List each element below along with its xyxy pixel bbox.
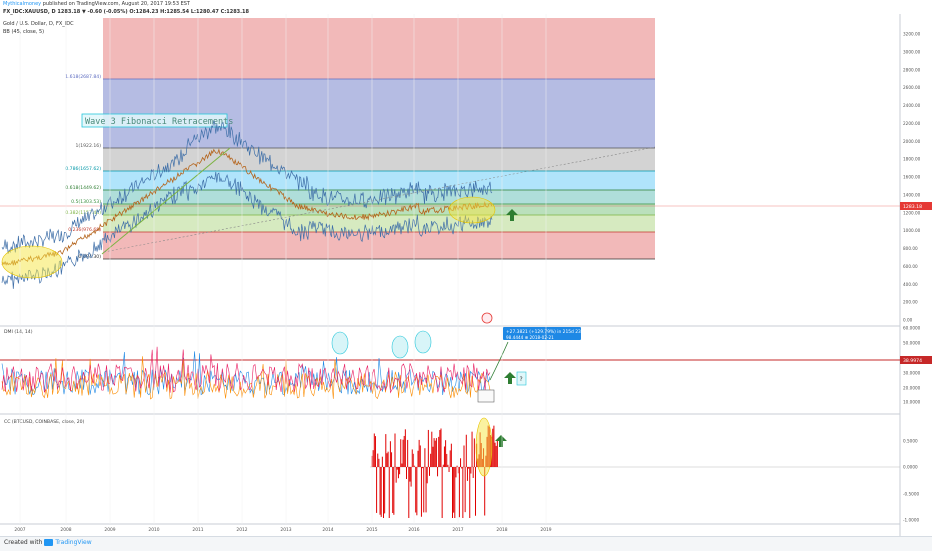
price-tick-label: 2600.00 bbox=[903, 85, 921, 90]
time-tick-label: 2011 bbox=[192, 527, 203, 533]
fib-level-label: 0.236(976.68) bbox=[68, 227, 101, 233]
time-tick-label: 2008 bbox=[60, 527, 71, 533]
fib-zone bbox=[103, 232, 655, 259]
cc-tick-label: 0.5000 bbox=[903, 439, 918, 444]
chart-canvas[interactable]: 1.618(2687.84) 1(1922.16) 0.786(1657.62) 0.… bbox=[0, 0, 932, 536]
up-arrow-icon bbox=[504, 372, 516, 384]
highlight-ellipse bbox=[391, 335, 409, 359]
created-with-label: Created with bbox=[4, 539, 43, 546]
price-tick-label: 1000.00 bbox=[903, 228, 921, 233]
price-tick-label: 1400.00 bbox=[903, 192, 921, 197]
dmi-tick-label: 60.0000 bbox=[903, 326, 921, 331]
time-tick-label: 2013 bbox=[280, 527, 291, 533]
adx-line bbox=[1, 346, 491, 394]
price-tick-label: 1800.00 bbox=[903, 157, 921, 162]
fib-zone bbox=[103, 171, 655, 190]
tradingview-logo-icon bbox=[44, 539, 54, 546]
question-mark: ? bbox=[520, 376, 523, 383]
projection-curve bbox=[489, 341, 509, 381]
measure-callout-line2: 98.4444 ⊕ 2018-02-21 bbox=[506, 335, 554, 340]
fib-zone bbox=[103, 148, 655, 171]
fib-level-label: 0.618(1449.62) bbox=[65, 185, 101, 191]
time-tick-label: 2016 bbox=[408, 527, 419, 533]
alert-marker-icon bbox=[481, 312, 493, 324]
price-tick-label: 2400.00 bbox=[903, 103, 921, 108]
dmi-tick-label: 20.0000 bbox=[903, 386, 921, 391]
price-tick-label: 3000.00 bbox=[903, 49, 921, 54]
dmi-tick-label: 30.0000 bbox=[903, 371, 921, 376]
cc-title: CC (BTCUSD, COINBASE, close, 20) bbox=[4, 419, 85, 425]
fib-level-label: 0.5(1303.53) bbox=[71, 199, 101, 205]
highlight-ellipse bbox=[1, 245, 63, 279]
price-tick-label: 2800.00 bbox=[903, 67, 921, 72]
highlight-ellipse bbox=[475, 417, 493, 477]
time-tick-label: 2015 bbox=[366, 527, 377, 533]
dmi-tick-label: 50.0000 bbox=[903, 341, 921, 346]
fib-level-label: 1.618(2687.84) bbox=[65, 74, 101, 80]
time-tick-label: 2007 bbox=[14, 527, 25, 533]
annotation-text: Wave 3 Fibonacci Retracements bbox=[85, 117, 233, 127]
time-tick-label: 2017 bbox=[452, 527, 463, 533]
highlight-ellipse bbox=[448, 196, 496, 224]
time-tick-label: 2012 bbox=[236, 527, 247, 533]
cc-tick-label: -1.0000 bbox=[903, 518, 919, 523]
price-tick-label: 0.00 bbox=[903, 318, 913, 323]
cc-tick-label: 0.0000 bbox=[903, 465, 918, 470]
highlight-ellipse bbox=[331, 331, 349, 355]
fib-zone bbox=[103, 18, 655, 79]
dmi-title: DMI (14, 14) bbox=[4, 329, 33, 335]
up-arrow-icon bbox=[495, 435, 507, 447]
dmi-current-value: 38.9974 bbox=[903, 358, 922, 364]
fib-level-label: 1(1922.16) bbox=[75, 143, 101, 149]
footer-brand[interactable]: Created with TradingView bbox=[4, 539, 92, 546]
current-price-value: 1283.18 bbox=[903, 204, 922, 210]
price-tick-label: 800.00 bbox=[903, 246, 918, 251]
price-tick-label: 600.00 bbox=[903, 264, 918, 269]
fib-zone bbox=[103, 79, 655, 148]
price-tick-label: 2200.00 bbox=[903, 121, 921, 126]
dmi-tick-label: 10.0000 bbox=[903, 400, 921, 405]
cc-tick-label: -0.5000 bbox=[903, 492, 919, 497]
price-tick-label: 3200.00 bbox=[903, 32, 921, 37]
chart-container[interactable]: Mythicalmoney published on TradingView.c… bbox=[0, 0, 932, 551]
price-tick-label: 1600.00 bbox=[903, 175, 921, 180]
price-tick-label: 400.00 bbox=[903, 282, 918, 287]
fib-level-label: 0.786(1657.62) bbox=[65, 166, 101, 172]
time-tick-label: 2010 bbox=[148, 527, 159, 533]
price-tick-label: 200.00 bbox=[903, 300, 918, 305]
time-tick-label: 2019 bbox=[540, 527, 551, 533]
time-tick-label: 2009 bbox=[104, 527, 115, 533]
price-tick-label: 2000.00 bbox=[903, 139, 921, 144]
footer-bar: Created with TradingView bbox=[0, 536, 932, 551]
highlight-ellipse bbox=[414, 330, 432, 354]
measure-start-box bbox=[477, 389, 495, 403]
time-tick-label: 2014 bbox=[322, 527, 333, 533]
price-tick-label: 1200.00 bbox=[903, 210, 921, 215]
fib-zone bbox=[103, 215, 655, 232]
tradingview-brand: TradingView bbox=[55, 539, 92, 546]
time-tick-label: 2018 bbox=[496, 527, 507, 533]
